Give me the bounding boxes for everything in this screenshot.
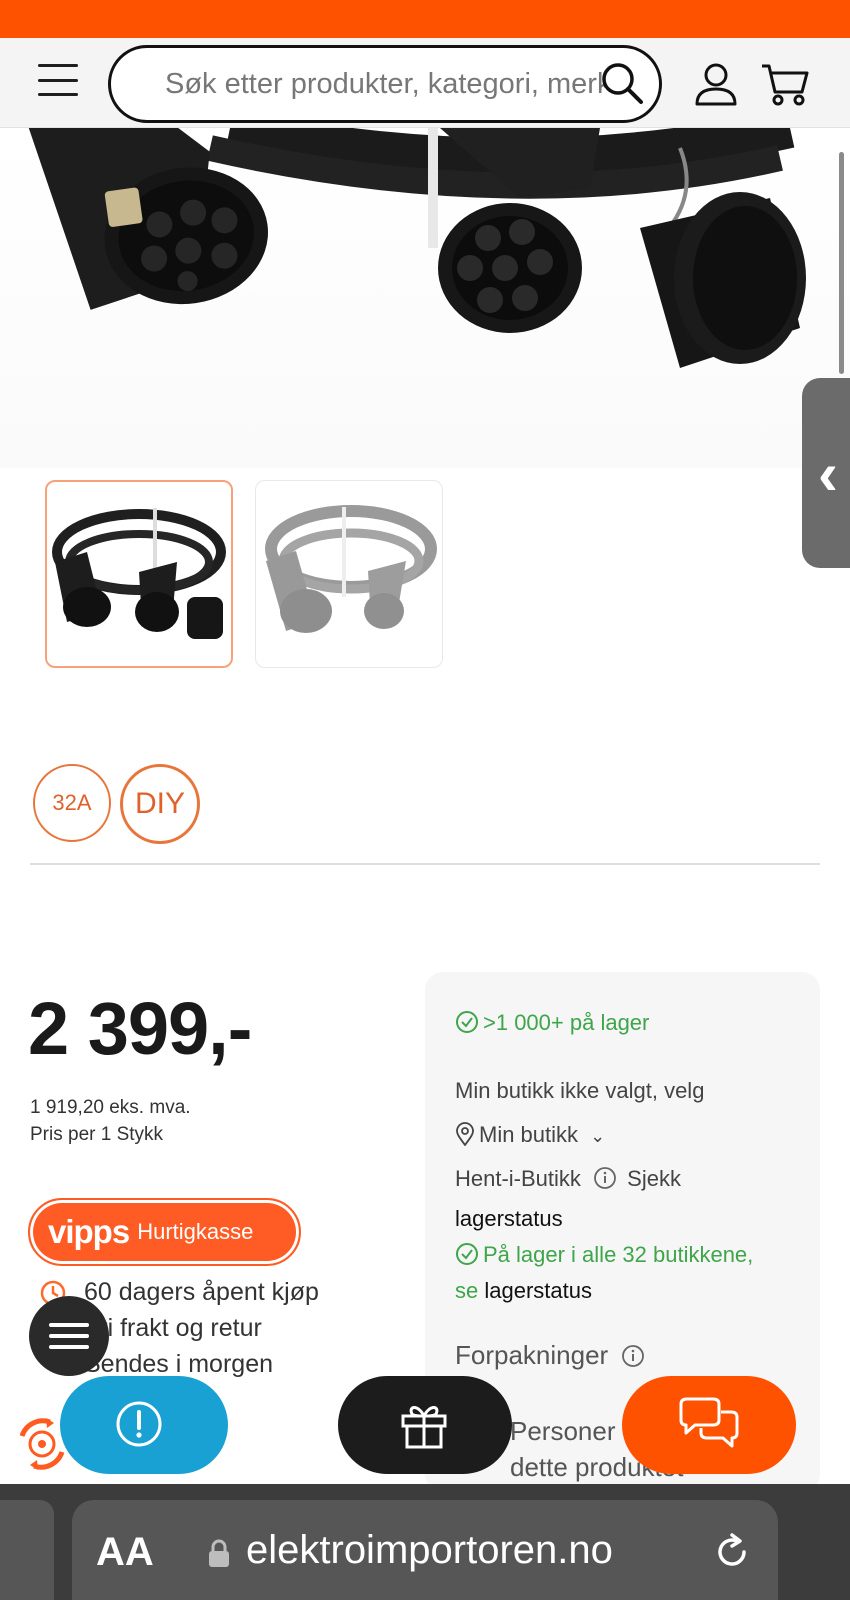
- see-label: se: [455, 1278, 479, 1303]
- ev-charging-cable-image: [21, 128, 806, 368]
- info-icon[interactable]: [593, 1166, 617, 1190]
- pickup-row: Hent-i-Butikk Sjekk: [455, 1166, 681, 1192]
- badge-label: 32A: [52, 790, 92, 815]
- online-stock: >1 000+ på lager: [455, 1010, 649, 1036]
- previous-tab[interactable]: [0, 1500, 54, 1600]
- badge-label: DIY: [134, 787, 185, 820]
- thumbnail-1[interactable]: [45, 480, 233, 668]
- menu-icon[interactable]: [38, 64, 78, 96]
- gift-icon: [401, 1406, 447, 1449]
- search-input[interactable]: [165, 62, 605, 106]
- chat-icon: [679, 1397, 739, 1448]
- all-stores-text: På lager i alle 32 butikkene,: [483, 1242, 754, 1267]
- thumbnail-2[interactable]: [255, 480, 443, 668]
- thumbnail-cable-image: [265, 505, 437, 633]
- badge-32a: 32A: [33, 764, 111, 842]
- product-main-image[interactable]: [0, 128, 850, 468]
- site-header: [0, 38, 850, 128]
- usp-ships-tomorrow: Sendes i morgen: [84, 1350, 274, 1378]
- cart-icon[interactable]: [760, 62, 810, 106]
- info-icon[interactable]: [621, 1344, 645, 1368]
- gift-button[interactable]: [338, 1376, 512, 1474]
- packaging-label: Forpakninger: [455, 1340, 609, 1370]
- user-icon[interactable]: [694, 62, 738, 106]
- top-accent-bar: [0, 0, 850, 38]
- feedback-button[interactable]: [60, 1376, 228, 1474]
- chevron-left-icon: ‹: [818, 439, 838, 507]
- check-circle-icon: [456, 1011, 478, 1033]
- lock-icon: [209, 1539, 229, 1567]
- price-per-unit: Pris per 1 Stykk: [30, 1124, 164, 1145]
- search-icon[interactable]: [599, 60, 645, 106]
- usp-open-purchase: 60 dagers åpent kjøp: [84, 1278, 319, 1306]
- divider: [30, 863, 820, 865]
- see-stock-row: se lagerstatus: [455, 1278, 592, 1304]
- chevron-down-icon: ⌄: [590, 1126, 606, 1146]
- reload-icon[interactable]: [712, 1532, 752, 1572]
- badge-diy: DIY: [120, 764, 200, 844]
- store-prompt: Min butikk ikke valgt, velg: [455, 1078, 705, 1103]
- vipps-label: Hurtigkasse: [137, 1219, 254, 1244]
- page: ‹ 32A DIY 2 399,- 1 9: [0, 0, 850, 1600]
- browser-toolbar: AA elektroimportoren.no: [0, 1484, 850, 1600]
- thumbnail-cable-image: [52, 508, 226, 639]
- location-pin-icon: [456, 1122, 474, 1146]
- my-store-label: Min butikk: [479, 1122, 579, 1147]
- product-price: 2 399,-: [28, 987, 252, 1070]
- vipps-express-checkout-button[interactable]: vipps Hurtigkasse: [28, 1198, 301, 1266]
- search-bar[interactable]: [108, 45, 662, 123]
- url-text: elektroimportoren.no: [246, 1528, 613, 1572]
- vipps-logo: vipps: [48, 1213, 130, 1250]
- reader-settings-button[interactable]: AA: [96, 1530, 154, 1575]
- aa-label: AA: [96, 1530, 154, 1574]
- all-stores-stock: På lager i alle 32 butikkene,: [455, 1242, 753, 1268]
- lagerstatus-link-2[interactable]: lagerstatus: [484, 1278, 592, 1303]
- price-ex-vat: 1 919,20 eks. mva.: [30, 1097, 191, 1118]
- online-stock-text: >1 000+ på lager: [483, 1010, 650, 1035]
- address-bar[interactable]: AA elektroimportoren.no: [72, 1500, 778, 1600]
- check-circle-icon: [456, 1243, 478, 1265]
- side-panel-toggle[interactable]: ‹: [802, 378, 850, 568]
- usp-free-shipping: Fri frakt og retur: [84, 1314, 262, 1342]
- check-label: Sjekk: [627, 1166, 681, 1191]
- chat-button[interactable]: [622, 1376, 796, 1474]
- pickup-label: Hent-i-Butikk: [455, 1166, 581, 1191]
- my-store-selector[interactable]: Min butikk ⌄: [455, 1122, 605, 1148]
- alert-icon: [116, 1401, 162, 1447]
- packaging-row: Forpakninger: [455, 1340, 645, 1371]
- scrollbar[interactable]: [839, 152, 844, 374]
- floating-menu-button[interactable]: [29, 1296, 109, 1376]
- lagerstatus-link[interactable]: lagerstatus: [455, 1206, 563, 1232]
